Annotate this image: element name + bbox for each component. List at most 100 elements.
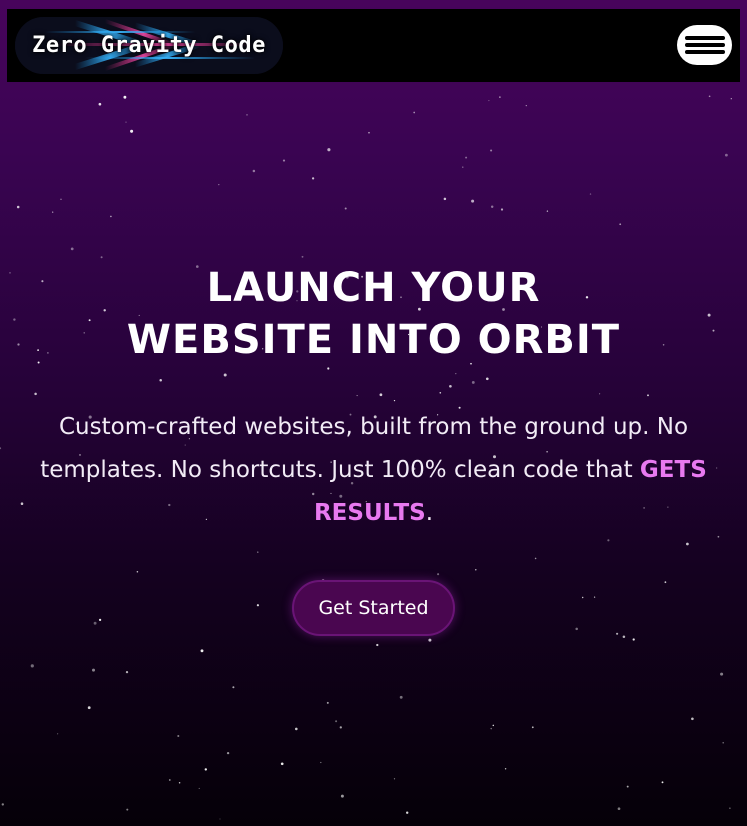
star-dot — [123, 95, 127, 99]
star-dot — [393, 399, 396, 402]
star-dot — [626, 785, 629, 788]
star-dot — [20, 502, 24, 505]
star-dot — [376, 643, 379, 647]
star-dot — [130, 129, 134, 133]
star-dot — [379, 393, 383, 397]
star-dot — [177, 734, 180, 738]
star-dot — [232, 686, 235, 689]
star-dot — [204, 768, 207, 771]
star-dot — [449, 384, 452, 388]
star-dot — [344, 207, 347, 210]
star-dot — [406, 811, 409, 814]
star-dot — [525, 104, 527, 107]
hero-subtitle: Custom-crafted websites, built from the … — [30, 406, 717, 535]
star-dot — [546, 210, 549, 212]
star-dot — [490, 149, 493, 152]
star-dot — [462, 166, 464, 168]
star-dot — [691, 717, 694, 721]
star-dot — [485, 377, 489, 381]
star-dot — [455, 373, 457, 375]
star-dot — [368, 131, 370, 134]
star-dot — [168, 779, 171, 781]
star-dot — [198, 787, 200, 789]
star-dot — [257, 551, 259, 553]
star-dot — [356, 395, 358, 397]
star-dot — [534, 557, 537, 560]
star-dot — [1, 803, 4, 806]
star-dot — [98, 102, 102, 106]
star-dot — [622, 635, 626, 638]
logo-link[interactable]: Zero Gravity Code — [15, 17, 283, 74]
hero-title-line-2: WEBSITE INTO ORBIT — [126, 317, 621, 363]
star-dot — [632, 638, 635, 641]
star-dot — [428, 638, 432, 642]
site-header: Zero Gravity Code — [7, 9, 740, 82]
logo-text: Zero Gravity Code — [32, 33, 266, 58]
menu-button[interactable] — [677, 25, 732, 65]
star-dot — [490, 727, 492, 730]
star-dot — [246, 114, 248, 116]
star-dot — [100, 256, 103, 259]
hamburger-icon — [685, 36, 725, 54]
star-dot — [722, 742, 724, 744]
star-dot — [729, 807, 731, 809]
star-dot — [52, 211, 54, 213]
star-dot — [475, 569, 477, 571]
star-dot — [92, 668, 95, 672]
star-dot — [125, 670, 129, 674]
star-dot — [200, 649, 204, 653]
star-dot — [717, 535, 720, 538]
star-dot — [339, 726, 342, 729]
star-dot — [575, 627, 578, 631]
star-dot — [490, 205, 494, 208]
star-dot — [488, 100, 490, 102]
star-dot — [492, 724, 495, 727]
star-dot — [327, 367, 330, 370]
star-dot — [280, 762, 284, 766]
star-dot — [607, 539, 610, 542]
star-dot — [724, 153, 728, 157]
star-dot — [218, 183, 220, 186]
star-dot — [471, 380, 475, 384]
star-dot — [499, 96, 501, 98]
star-dot — [282, 159, 286, 162]
star-dot — [647, 394, 649, 397]
star-dot — [226, 751, 230, 755]
star-dot — [593, 596, 596, 598]
star-dot — [471, 199, 475, 203]
star-dot — [335, 720, 338, 723]
star-dot — [581, 596, 584, 599]
star-dot — [295, 727, 298, 731]
star-dot — [57, 733, 59, 735]
star-dot — [399, 695, 403, 699]
hero-title: LAUNCH YOUR WEBSITE INTO ORBIT — [0, 262, 747, 366]
star-dot — [413, 111, 416, 114]
star-dot — [110, 215, 112, 218]
star-dot — [443, 197, 447, 201]
star-dot — [34, 392, 37, 396]
star-dot — [664, 581, 667, 584]
get-started-button[interactable]: Get Started — [292, 580, 455, 636]
hero-title-line-1: LAUNCH YOUR — [206, 265, 541, 311]
star-dot — [327, 148, 331, 152]
star-dot — [708, 95, 711, 98]
star-dot — [252, 169, 256, 173]
star-dot — [686, 542, 689, 546]
star-dot — [500, 208, 504, 211]
star-dot — [320, 761, 322, 764]
star-dot — [301, 255, 304, 258]
star-dot — [504, 768, 507, 770]
star-dot — [531, 726, 534, 729]
star-dot — [393, 778, 396, 780]
star-dot — [159, 379, 162, 382]
star-dot — [60, 198, 62, 200]
hero-subtitle-text: Custom-crafted websites, built from the … — [40, 414, 689, 483]
star-dot — [311, 177, 315, 180]
star-dot — [730, 98, 732, 100]
star-dot — [720, 672, 724, 676]
star-dot — [126, 808, 129, 811]
star-dot — [223, 373, 227, 377]
star-dot — [599, 393, 601, 395]
star-dot — [661, 781, 664, 784]
star-dot — [30, 664, 34, 668]
